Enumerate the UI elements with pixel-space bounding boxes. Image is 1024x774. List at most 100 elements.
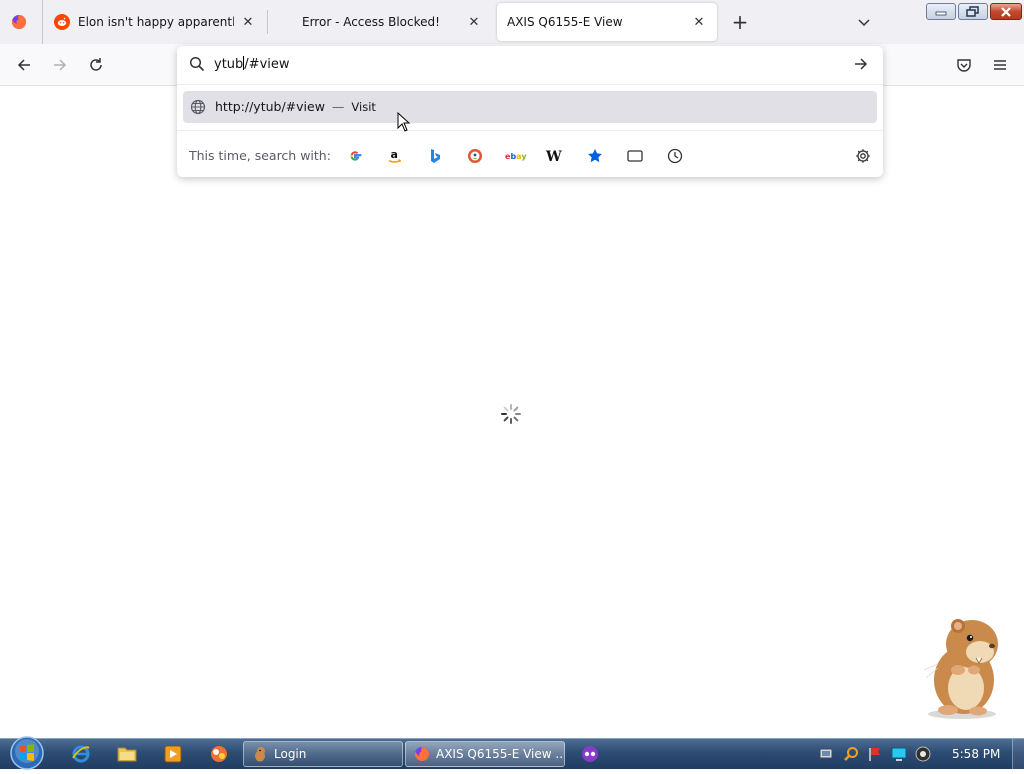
mouse-cursor-icon [397, 111, 411, 132]
tray-flag-icon[interactable] [867, 746, 883, 762]
colorful-app-icon [211, 746, 227, 762]
clock[interactable]: 5:58 PM [952, 747, 1000, 761]
suggestion-separator: — [331, 99, 345, 114]
divider [177, 84, 883, 85]
urlbar-dropdown: ytub/#view http://ytub/#view — Visit Thi… [177, 46, 883, 177]
tray-speaker-icon[interactable] [915, 746, 931, 762]
tab-close-icon[interactable]: ✕ [691, 14, 707, 30]
hamster-icon [255, 747, 265, 762]
url-text-after-caret: /#view [244, 57, 290, 72]
tab-separator [42, 0, 43, 44]
tab-close-icon[interactable]: ✕ [466, 14, 482, 30]
pocket-icon [957, 59, 971, 72]
tab-axis-view[interactable]: AXIS Q6155-E View ✕ [497, 3, 717, 41]
internet-explorer-launcher[interactable] [70, 743, 92, 765]
go-button[interactable] [853, 56, 869, 72]
start-button[interactable] [8, 735, 46, 771]
bookmarks-engine-button[interactable] [585, 146, 605, 166]
media-player-launcher[interactable] [162, 743, 184, 765]
gear-icon [856, 149, 870, 163]
loading-spinner-icon [500, 403, 522, 425]
suggestion-content: http://ytub/#view — Visit [215, 99, 376, 114]
back-button[interactable] [12, 53, 36, 77]
folder-icon [117, 747, 137, 762]
tabs-engine-button[interactable] [625, 146, 645, 166]
tab-error[interactable]: Error - Access Blocked! ✕ [292, 3, 492, 41]
app-launcher[interactable] [208, 743, 230, 765]
show-desktop-button[interactable] [1012, 739, 1024, 769]
svg-text:a: a [391, 148, 398, 161]
firefox-icon [414, 747, 429, 761]
tray-display-icon[interactable] [891, 746, 907, 762]
close-icon [1001, 6, 1011, 17]
tray-network-icon[interactable] [818, 746, 834, 762]
duckduckgo-icon [468, 149, 482, 163]
clock-icon [667, 148, 683, 164]
suggestion-action: Visit [351, 100, 376, 114]
taskbar-task-firefox[interactable]: AXIS Q6155-E View ... [405, 741, 565, 767]
tray-search-icon[interactable] [843, 746, 859, 762]
pocket-button[interactable] [952, 53, 976, 77]
tab-icon [627, 150, 643, 162]
firefox-logo-icon[interactable] [11, 14, 27, 30]
arrow-left-icon [17, 59, 30, 71]
task-label: AXIS Q6155-E View ... [436, 747, 565, 761]
suggestion-row[interactable]: http://ytub/#view — Visit [183, 91, 877, 123]
taskbar: Login AXIS Q6155-E View ... 5:58 PM [0, 735, 1024, 771]
chevron-down-icon [858, 19, 870, 27]
explorer-launcher[interactable] [116, 743, 138, 765]
search-icon [189, 56, 205, 72]
tab-strip: Elon isn't happy apparently : Wh ✕ Error… [0, 0, 1024, 44]
ebay-icon: ebay [505, 152, 527, 161]
list-all-tabs-button[interactable] [852, 10, 876, 34]
bing-icon [431, 149, 440, 163]
search-engine-bar: This time, search with: a ebay W [177, 136, 883, 176]
reload-icon [90, 58, 102, 71]
history-engine-button[interactable] [665, 146, 685, 166]
wikipedia-icon: W [546, 149, 562, 163]
search-with-label: This time, search with: [189, 148, 331, 163]
hamburger-menu-icon [994, 60, 1006, 70]
purple-mask-icon [582, 746, 598, 762]
taskbar-task-login[interactable]: Login [243, 741, 403, 767]
tab-label: Error - Access Blocked! [302, 15, 440, 29]
wikipedia-engine-button[interactable]: W [545, 146, 565, 166]
arrow-right-icon [855, 58, 868, 70]
close-window-button[interactable] [990, 3, 1022, 20]
media-player-icon [164, 745, 182, 763]
tray-app-launcher[interactable] [579, 743, 601, 765]
url-text-before-caret: ytub [214, 57, 244, 72]
arrow-right-icon [54, 59, 67, 71]
url-input[interactable]: ytub/#view [214, 56, 290, 74]
divider [177, 130, 883, 131]
google-engine-button[interactable] [345, 146, 365, 166]
task-label: Login [274, 747, 307, 761]
bing-engine-button[interactable] [425, 146, 445, 166]
reload-button[interactable] [84, 53, 108, 77]
search-settings-button[interactable] [853, 146, 873, 166]
globe-icon [190, 99, 206, 115]
minimize-icon [935, 11, 947, 15]
windows-start-icon [10, 736, 44, 770]
ebay-engine-button[interactable]: ebay [505, 146, 527, 166]
duckduckgo-engine-button[interactable] [465, 146, 485, 166]
new-tab-button[interactable]: + [728, 10, 752, 34]
forward-button[interactable] [48, 53, 72, 77]
restore-button[interactable] [958, 3, 988, 20]
hamster-buddy-image [918, 614, 1010, 720]
plus-icon: + [731, 10, 749, 34]
star-icon [588, 149, 602, 163]
amazon-engine-button[interactable]: a [385, 146, 405, 166]
google-icon [350, 151, 362, 161]
tab-reddit[interactable]: Elon isn't happy apparently : Wh ✕ [44, 3, 266, 41]
internet-explorer-icon [72, 745, 90, 763]
tab-label: Elon isn't happy apparently : Wh [78, 15, 234, 29]
restore-icon [966, 6, 979, 17]
tab-separator [267, 10, 268, 34]
svg-text:W: W [546, 149, 562, 163]
minimize-button[interactable] [926, 3, 956, 20]
svg-text:ebay: ebay [505, 152, 527, 161]
tab-close-icon[interactable]: ✕ [240, 14, 256, 30]
app-menu-button[interactable] [988, 53, 1012, 77]
amazon-icon: a [388, 148, 402, 163]
